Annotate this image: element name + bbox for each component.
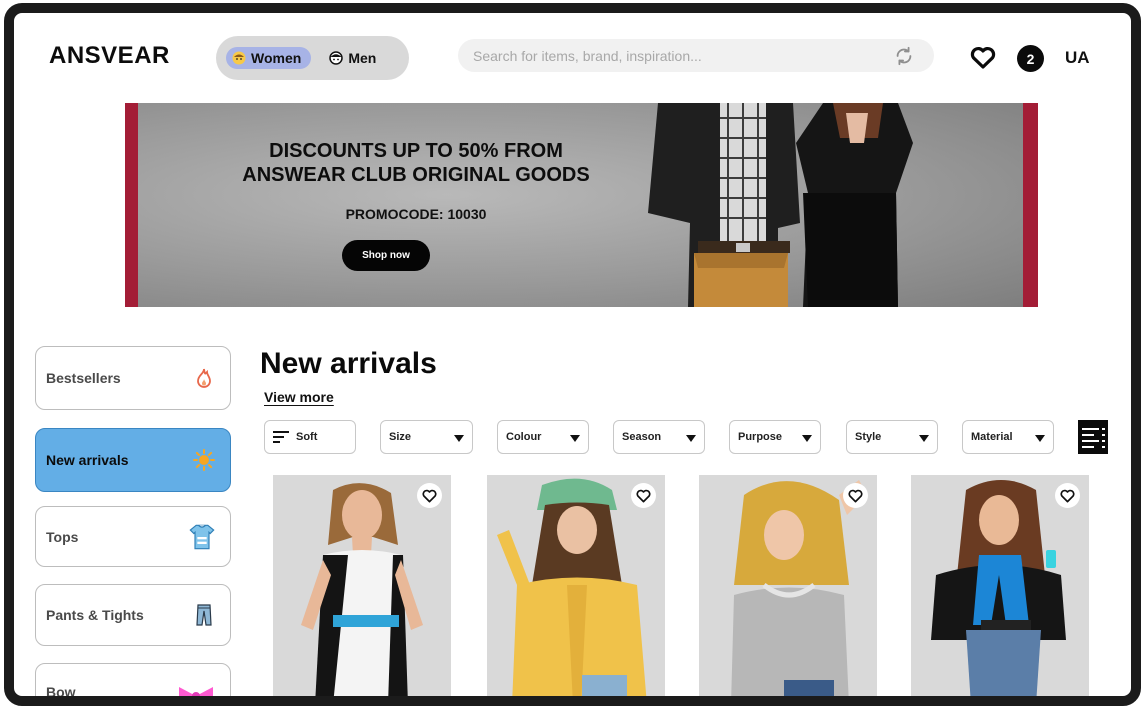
women-button[interactable]: Women xyxy=(226,47,312,69)
chevron-down-icon xyxy=(802,435,812,442)
chevron-down-icon xyxy=(570,435,580,442)
heart-icon xyxy=(636,489,651,502)
filter-label: Material xyxy=(971,431,1013,443)
filter-colour[interactable]: Colour xyxy=(497,420,589,454)
bow-icon xyxy=(179,687,213,696)
favorite-button[interactable] xyxy=(417,483,442,508)
category-label: Tops xyxy=(46,528,79,545)
filter-style[interactable]: Style xyxy=(846,420,938,454)
logo[interactable]: ANSVEAR xyxy=(49,42,170,70)
shirt-icon xyxy=(189,524,215,549)
category-label: Bow xyxy=(46,684,76,696)
filter-label: Purpose xyxy=(738,431,783,443)
category-label: Bestsellers xyxy=(46,370,121,386)
category-tops[interactable]: Tops xyxy=(35,506,231,567)
model-black-jacket-blue-scarf-image xyxy=(931,480,1066,696)
men-button[interactable]: Men xyxy=(323,47,386,69)
section-title: New arrivals xyxy=(260,347,437,380)
promo-banner: DISCOUNTS UP TO 50% FROM ANSWEAR CLUB OR… xyxy=(125,103,1038,307)
search-refresh-icon[interactable] xyxy=(893,45,915,67)
favorite-button[interactable] xyxy=(843,483,868,508)
sort-lines-icon xyxy=(273,431,289,443)
pants-icon xyxy=(196,604,212,626)
filter-label: Season xyxy=(622,431,662,443)
chevron-down-icon xyxy=(686,435,696,442)
filter-label: Soft xyxy=(296,431,318,443)
heart-icon xyxy=(422,489,437,502)
category-bestsellers[interactable]: Bestsellers xyxy=(35,346,231,410)
banner-title-line1: DISCOUNTS UP TO 50% FROM xyxy=(269,140,563,162)
heart-icon xyxy=(848,489,863,502)
promo-code: PROMOCODE: 10030 xyxy=(345,206,487,222)
language-switch[interactable]: UA xyxy=(1065,48,1090,68)
banner-models-image xyxy=(648,103,913,307)
wishlist-heart-icon[interactable] xyxy=(970,46,996,70)
product-card[interactable] xyxy=(273,475,451,696)
device-frame: ANSVEAR Women Men 2 UA DISCOUNTS xyxy=(4,3,1141,706)
filter-soft[interactable]: Soft xyxy=(264,420,356,454)
sun-icon xyxy=(193,449,215,471)
category-label: New arrivals xyxy=(46,452,129,468)
man-face-icon xyxy=(329,51,344,65)
shop-now-button[interactable]: Shop now xyxy=(342,240,430,271)
search-input[interactable] xyxy=(458,39,934,72)
model-grey-sweater-curly-hair-image xyxy=(731,480,867,696)
filter-menu-icon[interactable] xyxy=(1078,420,1108,454)
page: ANSVEAR Women Men 2 UA DISCOUNTS xyxy=(14,13,1131,696)
model-white-black-dress-image xyxy=(301,483,423,696)
filter-label: Size xyxy=(389,431,412,443)
category-new-arrivals[interactable]: New arrivals xyxy=(35,428,231,492)
filter-season[interactable]: Season xyxy=(613,420,705,454)
cart-count-badge[interactable]: 2 xyxy=(1017,45,1044,72)
product-card[interactable] xyxy=(699,475,877,696)
favorite-button[interactable] xyxy=(631,483,656,508)
category-label: Pants & Tights xyxy=(46,607,144,623)
category-bow[interactable]: Bow xyxy=(35,663,231,696)
filter-size[interactable]: Size xyxy=(380,420,473,454)
favorite-button[interactable] xyxy=(1055,483,1080,508)
chevron-down-icon xyxy=(1035,435,1045,442)
heart-icon xyxy=(1060,489,1075,502)
model-yellow-cardigan-green-hat-image xyxy=(497,478,647,696)
category-pants-tights[interactable]: Pants & Tights xyxy=(35,584,231,646)
fire-icon xyxy=(197,368,211,388)
men-label: Men xyxy=(348,50,377,66)
filter-label: Style xyxy=(855,431,882,443)
product-card[interactable] xyxy=(487,475,665,696)
banner-title: DISCOUNTS UP TO 50% FROM ANSWEAR CLUB OR… xyxy=(236,139,596,187)
filter-material[interactable]: Material xyxy=(962,420,1054,454)
chevron-down-icon xyxy=(454,435,464,442)
view-more-link[interactable]: View more xyxy=(264,389,334,405)
woman-face-icon xyxy=(232,51,246,65)
filter-label: Colour xyxy=(506,431,542,443)
gender-toggle: Women Men xyxy=(216,36,409,80)
banner-title-line2: ANSWEAR CLUB ORIGINAL GOODS xyxy=(242,164,590,186)
product-card[interactable] xyxy=(911,475,1089,696)
filter-purpose[interactable]: Purpose xyxy=(729,420,821,454)
chevron-down-icon xyxy=(919,435,929,442)
women-label: Women xyxy=(251,50,302,66)
